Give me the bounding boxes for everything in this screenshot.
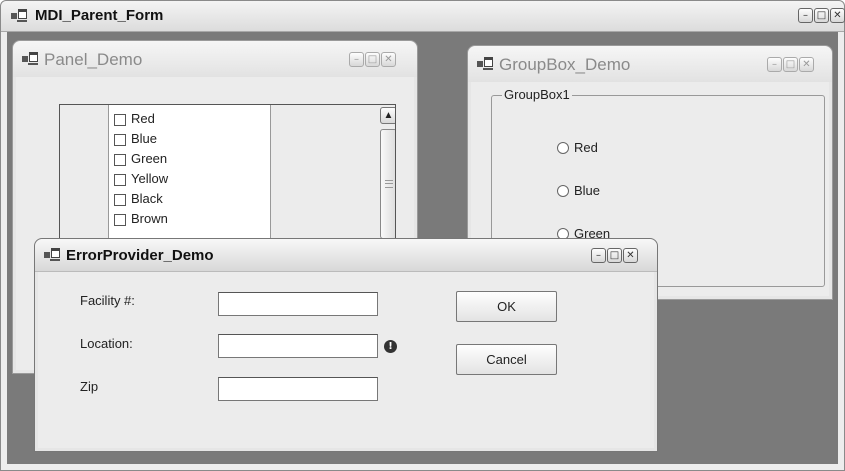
panel-demo-maximize-button[interactable]: □ [365,52,380,67]
zip-label: Zip [80,379,99,394]
facility-field[interactable] [218,292,378,316]
window-app-icon [477,57,493,71]
errorprovider-close-button[interactable]: ✕ [623,248,638,263]
screen: MDI_Parent_Form – □ ✕ Panel_Demo – □ ✕ R… [0,0,845,471]
list-item-label: Red [131,111,155,126]
errorprovider-maximize-button[interactable]: □ [607,248,622,263]
parent-close-button[interactable]: ✕ [830,8,845,23]
window-app-icon [44,248,60,262]
list-item-label: Black [131,191,163,206]
checkbox[interactable] [114,114,126,126]
scroll-thumb[interactable] [380,129,395,239]
panel-demo-minimize-button[interactable]: – [349,52,364,67]
panel-demo-title: Panel_Demo [44,50,143,69]
parent-maximize-button[interactable]: □ [814,8,829,23]
checkbox[interactable] [114,154,126,166]
groupbox-demo-title: GroupBox_Demo [499,55,631,74]
list-item-label: Yellow [131,171,169,186]
groupbox-demo-close-button[interactable]: ✕ [799,57,814,72]
mdi-parent-title: MDI_Parent_Form [35,7,164,24]
checkbox[interactable] [114,194,126,206]
grip-icon [385,180,393,188]
radio-label: Red [574,140,598,155]
list-item-label: Blue [131,131,158,146]
location-field[interactable] [218,334,378,358]
scroll-up-arrow-icon[interactable]: ▲ [380,107,395,124]
panel-demo-close-button[interactable]: ✕ [381,52,396,67]
radio-button[interactable] [557,142,569,154]
radio-button[interactable] [557,185,569,197]
zip-field[interactable] [218,377,378,401]
window-app-icon [11,9,27,23]
errorprovider-minimize-button[interactable]: – [591,248,606,263]
facility-label: Facility #: [80,293,135,308]
errorprovider-demo-window: ErrorProvider_Demo – □ ✕ Facility #: Loc… [34,238,658,452]
checkbox[interactable] [114,134,126,146]
list-item-label: Brown [131,211,168,226]
groupbox-demo-titlebar[interactable]: GroupBox_Demo – □ ✕ [468,46,832,82]
cancel-button[interactable]: Cancel [456,344,557,375]
exclamation-circle-icon: ! [384,340,397,353]
location-label: Location: [80,336,133,351]
mdi-parent-titlebar[interactable]: MDI_Parent_Form – □ ✕ [1,1,845,32]
groupbox-demo-maximize-button[interactable]: □ [783,57,798,72]
errorprovider-demo-title: ErrorProvider_Demo [66,247,214,264]
groupbox-label: GroupBox1 [502,87,572,102]
checkbox[interactable] [114,214,126,226]
panel-demo-titlebar[interactable]: Panel_Demo – □ ✕ [13,41,417,77]
errorprovider-demo-titlebar[interactable]: ErrorProvider_Demo – □ ✕ [35,239,657,272]
checkbox[interactable] [114,174,126,186]
radio-label: Blue [574,183,601,198]
list-item-label: Green [131,151,168,166]
ok-button[interactable]: OK [456,291,557,322]
parent-minimize-button[interactable]: – [798,8,813,23]
window-app-icon [22,52,38,66]
groupbox-demo-minimize-button[interactable]: – [767,57,782,72]
